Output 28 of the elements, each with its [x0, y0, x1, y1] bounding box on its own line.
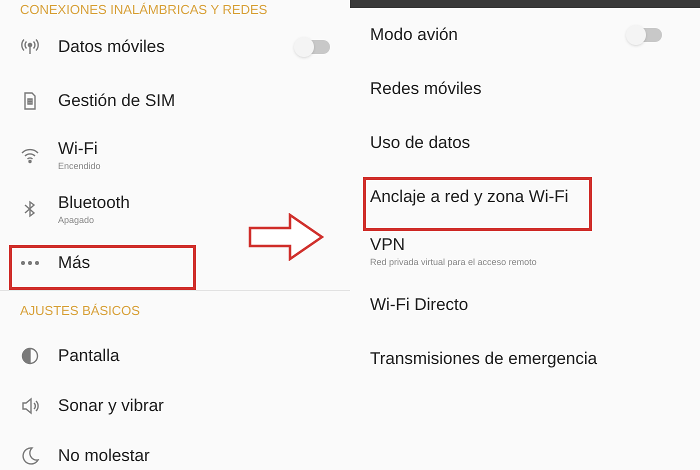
more-icon: [20, 260, 40, 266]
item-title[interactable]: No molestar: [58, 445, 330, 467]
section-header: CONEXIONES INALÁMBRICAS Y REDES: [20, 1, 268, 20]
speaker-icon: [20, 396, 40, 416]
item-title[interactable]: Transmisiones de emergencia: [370, 348, 662, 370]
contrast-icon: [20, 346, 40, 366]
item-title[interactable]: Bluetooth: [58, 192, 330, 214]
item-subtitle: Red privada virtual para el acceso remoto: [370, 256, 538, 268]
item-title[interactable]: Sonar y vibrar: [58, 395, 330, 417]
moon-icon: [20, 446, 40, 466]
toggle-switch[interactable]: [296, 40, 330, 54]
right-arrow-icon: [248, 213, 324, 261]
item-title[interactable]: Gestión de SIM: [58, 90, 330, 112]
item-title[interactable]: Wi-Fi Directo: [370, 294, 662, 316]
item-title[interactable]: Más: [58, 252, 330, 274]
item-title[interactable]: Redes móviles: [370, 78, 662, 100]
item-title[interactable]: Uso de datos: [370, 132, 662, 154]
item-title[interactable]: Wi-Fi: [58, 138, 330, 160]
toggle-switch[interactable]: [628, 28, 662, 42]
item-title[interactable]: Modo avión: [370, 24, 628, 46]
item-title[interactable]: Pantalla: [58, 345, 330, 367]
item-subtitle: Encendido: [58, 160, 102, 172]
item-subtitle: Apagado: [58, 214, 96, 226]
item-title[interactable]: Datos móviles: [58, 36, 296, 58]
item-title[interactable]: Anclaje a red y zona Wi-Fi: [370, 186, 662, 208]
antenna-icon: [20, 37, 40, 57]
section-header: AJUSTES BÁSICOS: [20, 302, 140, 320]
item-title[interactable]: VPN: [370, 234, 662, 256]
